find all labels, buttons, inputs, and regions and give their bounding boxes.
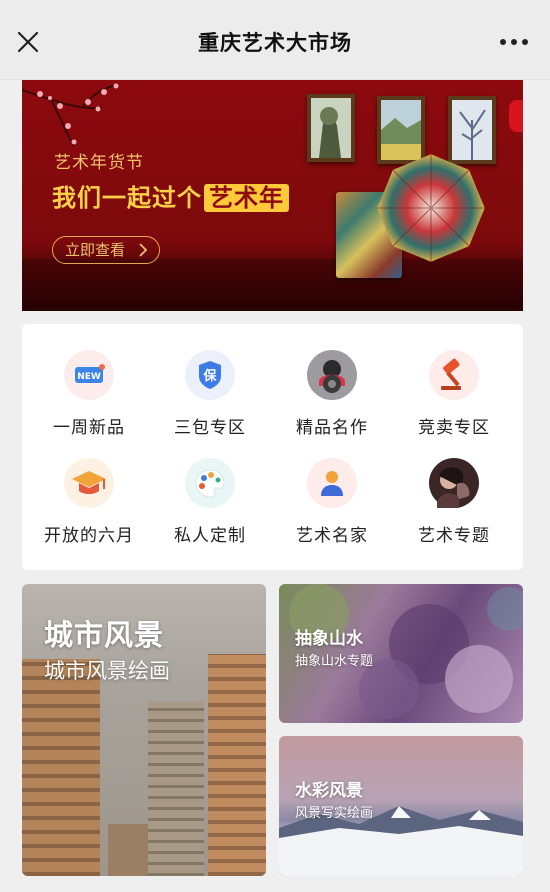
category-label: 一周新品 bbox=[53, 418, 125, 438]
svg-text:NEW: NEW bbox=[77, 372, 101, 382]
category-guarantee-zone[interactable]: 保 三包专区 bbox=[155, 350, 265, 450]
category-masterpieces[interactable]: 精品名作 bbox=[277, 350, 387, 450]
tile-abstract-landscape[interactable]: 抽象山水 抽象山水专题 bbox=[279, 584, 523, 723]
topic-portrait-icon bbox=[429, 458, 479, 508]
tile-title: 水彩风景 bbox=[295, 781, 363, 801]
banner-headline: 我们一起过个 艺术年 bbox=[52, 178, 289, 213]
auction-gavel-icon bbox=[429, 350, 479, 400]
category-grid: NEW 一周新品 保 三包专区 精品名作 竞卖专区 开放的六月 私人定制 艺术名… bbox=[22, 324, 523, 570]
umbrella-artwork-icon bbox=[377, 154, 485, 262]
category-label: 三包专区 bbox=[174, 418, 246, 438]
more-dots-icon[interactable] bbox=[498, 32, 530, 52]
category-label: 竞卖专区 bbox=[418, 418, 490, 438]
category-new-this-week[interactable]: NEW 一周新品 bbox=[34, 350, 144, 450]
graduation-cap-icon bbox=[64, 458, 114, 508]
nav-bar: 重庆艺术大市场 bbox=[0, 0, 550, 80]
category-open-june[interactable]: 开放的六月 bbox=[34, 458, 144, 558]
tile-watercolor-landscape[interactable]: 水彩风景 风景写实绘画 bbox=[279, 736, 523, 876]
building-low bbox=[108, 824, 148, 876]
banner-subtitle: 艺术年货节 bbox=[54, 153, 144, 173]
plum-blossom-branch-icon bbox=[22, 83, 119, 147]
building-left-windows bbox=[22, 659, 100, 876]
tile-title: 抽象山水 bbox=[295, 629, 363, 649]
page-title: 重庆艺术大市场 bbox=[198, 31, 352, 55]
new-badge-icon: NEW bbox=[64, 350, 114, 400]
tile-subtitle: 抽象山水专题 bbox=[295, 654, 374, 669]
category-label: 开放的六月 bbox=[44, 526, 134, 546]
tile-title: 城市风景 bbox=[44, 618, 165, 652]
banner-headline-prefix: 我们一起过个 bbox=[52, 184, 202, 212]
chevron-right-icon bbox=[138, 237, 148, 271]
banner-headline-highlight: 艺术年 bbox=[204, 184, 289, 212]
category-label: 精品名作 bbox=[296, 418, 368, 438]
tile-city-landscape[interactable]: 城市风景 城市风景绘画 bbox=[22, 584, 266, 876]
tile-subtitle: 风景写实绘画 bbox=[295, 806, 374, 821]
palette-icon bbox=[185, 458, 235, 508]
category-private-custom[interactable]: 私人定制 bbox=[155, 458, 265, 558]
category-label: 私人定制 bbox=[174, 526, 246, 546]
banner-floor bbox=[22, 259, 523, 311]
view-now-label: 立即查看 bbox=[65, 241, 126, 259]
guarantee-shield-icon: 保 bbox=[185, 350, 235, 400]
tile-subtitle: 城市风景绘画 bbox=[44, 659, 170, 683]
category-label: 艺术专题 bbox=[418, 526, 490, 546]
building-right-windows bbox=[208, 654, 266, 876]
category-famous-artists[interactable]: 艺术名家 bbox=[277, 458, 387, 558]
lantern-icon bbox=[509, 100, 523, 132]
promo-banner[interactable]: 艺术年货节 我们一起过个 艺术年 立即查看 bbox=[22, 80, 523, 311]
category-label: 艺术名家 bbox=[296, 526, 368, 546]
svg-text:保: 保 bbox=[202, 368, 217, 384]
category-art-topics[interactable]: 艺术专题 bbox=[399, 458, 509, 558]
building-mid-windows bbox=[148, 702, 204, 876]
artist-person-icon bbox=[307, 458, 357, 508]
painting-frame-1 bbox=[307, 94, 355, 162]
view-now-button[interactable]: 立即查看 bbox=[52, 236, 160, 264]
category-auction-zone[interactable]: 竞卖专区 bbox=[399, 350, 509, 450]
masterpiece-thumb-icon bbox=[307, 350, 357, 400]
